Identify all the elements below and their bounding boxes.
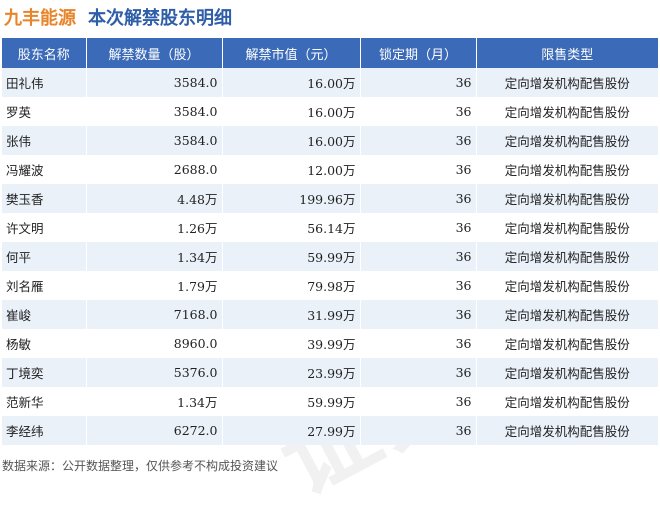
cell-unlock-quantity: 5376.0 [86, 358, 223, 387]
cell-unlock-quantity: 1.34万 [86, 387, 223, 416]
cell-lock-period: 36 [360, 329, 477, 358]
cell-shareholder-name: 丁境奕 [2, 358, 87, 387]
cell-unlock-quantity: 1.79万 [86, 271, 223, 300]
cell-unlock-market-value: 23.99万 [222, 358, 361, 387]
cell-unlock-quantity: 7168.0 [86, 300, 223, 329]
table-row: 杨敏 8960.0 39.99万 36 定向增发机构配售股份 [2, 329, 658, 358]
cell-shareholder-name: 张伟 [2, 126, 87, 155]
table-row: 刘名雁 1.79万 79.98万 36 定向增发机构配售股份 [2, 271, 658, 300]
cell-unlock-market-value: 39.99万 [222, 329, 361, 358]
table-row: 丁境奕 5376.0 23.99万 36 定向增发机构配售股份 [2, 358, 658, 387]
cell-shareholder-name: 冯耀波 [2, 155, 87, 184]
cell-unlock-market-value: 59.99万 [222, 242, 361, 271]
cell-lock-period: 36 [360, 126, 477, 155]
cell-unlock-quantity: 6272.0 [86, 416, 223, 445]
table-header-row: 股东名称 解禁数量（股） 解禁市值（元） 锁定期（月） 限售类型 [2, 38, 658, 68]
cell-unlock-quantity: 3584.0 [86, 126, 223, 155]
cell-shareholder-name: 田礼伟 [2, 68, 87, 97]
cell-unlock-market-value: 56.14万 [222, 213, 361, 242]
cell-lock-period: 36 [360, 155, 477, 184]
cell-unlock-quantity: 2688.0 [86, 155, 223, 184]
cell-restriction-type: 定向增发机构配售股份 [476, 300, 658, 329]
cell-shareholder-name: 崔峻 [2, 300, 87, 329]
cell-restriction-type: 定向增发机构配售股份 [476, 329, 658, 358]
cell-unlock-market-value: 16.00万 [222, 68, 361, 97]
cell-unlock-market-value: 16.00万 [222, 126, 361, 155]
cell-shareholder-name: 何平 [2, 242, 87, 271]
cell-restriction-type: 定向增发机构配售股份 [476, 416, 658, 445]
cell-unlock-quantity: 3584.0 [86, 68, 223, 97]
cell-shareholder-name: 刘名雁 [2, 271, 87, 300]
cell-restriction-type: 定向增发机构配售股份 [476, 242, 658, 271]
cell-lock-period: 36 [360, 184, 477, 213]
cell-unlock-quantity: 1.34万 [86, 242, 223, 271]
brand-name: 九丰能源 [4, 8, 76, 29]
table-subtitle: 本次解禁股东明细 [88, 8, 232, 29]
table-row: 罗英 3584.0 16.00万 36 定向增发机构配售股份 [2, 97, 658, 126]
table-row: 樊玉香 4.48万 199.96万 36 定向增发机构配售股份 [2, 184, 658, 213]
cell-unlock-quantity: 4.48万 [86, 184, 223, 213]
cell-restriction-type: 定向增发机构配售股份 [476, 213, 658, 242]
cell-restriction-type: 定向增发机构配售股份 [476, 271, 658, 300]
data-source-note: 数据来源：公开数据整理，仅供参考不构成投资建议 [2, 459, 279, 473]
cell-restriction-type: 定向增发机构配售股份 [476, 358, 658, 387]
cell-shareholder-name: 范新华 [2, 387, 87, 416]
col-header-restriction-type: 限售类型 [476, 38, 658, 68]
cell-lock-period: 36 [360, 97, 477, 126]
cell-unlock-market-value: 31.99万 [222, 300, 361, 329]
cell-shareholder-name: 许文明 [2, 213, 87, 242]
cell-unlock-market-value: 16.00万 [222, 97, 361, 126]
col-header-unlock-quantity: 解禁数量（股） [86, 38, 223, 68]
cell-shareholder-name: 罗英 [2, 97, 87, 126]
cell-lock-period: 36 [360, 271, 477, 300]
table-row: 张伟 3584.0 16.00万 36 定向增发机构配售股份 [2, 126, 658, 155]
cell-shareholder-name: 李经纬 [2, 416, 87, 445]
cell-unlock-market-value: 79.98万 [222, 271, 361, 300]
page-title: 九丰能源 本次解禁股东明细 [4, 2, 232, 32]
cell-unlock-market-value: 27.99万 [222, 416, 361, 445]
cell-lock-period: 36 [360, 416, 477, 445]
table-body: 田礼伟 3584.0 16.00万 36 定向增发机构配售股份 罗英 3584.0 16.00… [2, 68, 658, 445]
cell-lock-period: 36 [360, 300, 477, 329]
cell-shareholder-name: 樊玉香 [2, 184, 87, 213]
table-row: 许文明 1.26万 56.14万 36 定向增发机构配售股份 [2, 213, 658, 242]
cell-unlock-market-value: 12.00万 [222, 155, 361, 184]
cell-unlock-market-value: 199.96万 [222, 184, 361, 213]
cell-restriction-type: 定向增发机构配售股份 [476, 68, 658, 97]
cell-lock-period: 36 [360, 242, 477, 271]
cell-restriction-type: 定向增发机构配售股份 [476, 155, 658, 184]
cell-unlock-quantity: 1.26万 [86, 213, 223, 242]
table-row: 田礼伟 3584.0 16.00万 36 定向增发机构配售股份 [2, 68, 658, 97]
col-header-lock-period: 锁定期（月） [360, 38, 477, 68]
col-header-shareholder: 股东名称 [2, 38, 87, 68]
cell-unlock-quantity: 3584.0 [86, 97, 223, 126]
cell-shareholder-name: 杨敏 [2, 329, 87, 358]
cell-lock-period: 36 [360, 213, 477, 242]
cell-restriction-type: 定向增发机构配售股份 [476, 387, 658, 416]
cell-unlock-market-value: 59.99万 [222, 387, 361, 416]
table-row: 李经纬 6272.0 27.99万 36 定向增发机构配售股份 [2, 416, 658, 445]
col-header-unlock-market-value: 解禁市值（元） [222, 38, 361, 68]
table-row: 范新华 1.34万 59.99万 36 定向增发机构配售股份 [2, 387, 658, 416]
cell-restriction-type: 定向增发机构配售股份 [476, 126, 658, 155]
cell-lock-period: 36 [360, 68, 477, 97]
cell-unlock-quantity: 8960.0 [86, 329, 223, 358]
cell-restriction-type: 定向增发机构配售股份 [476, 97, 658, 126]
table-row: 何平 1.34万 59.99万 36 定向增发机构配售股份 [2, 242, 658, 271]
cell-lock-period: 36 [360, 387, 477, 416]
cell-restriction-type: 定向增发机构配售股份 [476, 184, 658, 213]
unlock-shareholders-table: 股东名称 解禁数量（股） 解禁市值（元） 锁定期（月） 限售类型 田礼伟 3584… [2, 38, 658, 445]
cell-lock-period: 36 [360, 358, 477, 387]
table-row: 崔峻 7168.0 31.99万 36 定向增发机构配售股份 [2, 300, 658, 329]
table-row: 冯耀波 2688.0 12.00万 36 定向增发机构配售股份 [2, 155, 658, 184]
